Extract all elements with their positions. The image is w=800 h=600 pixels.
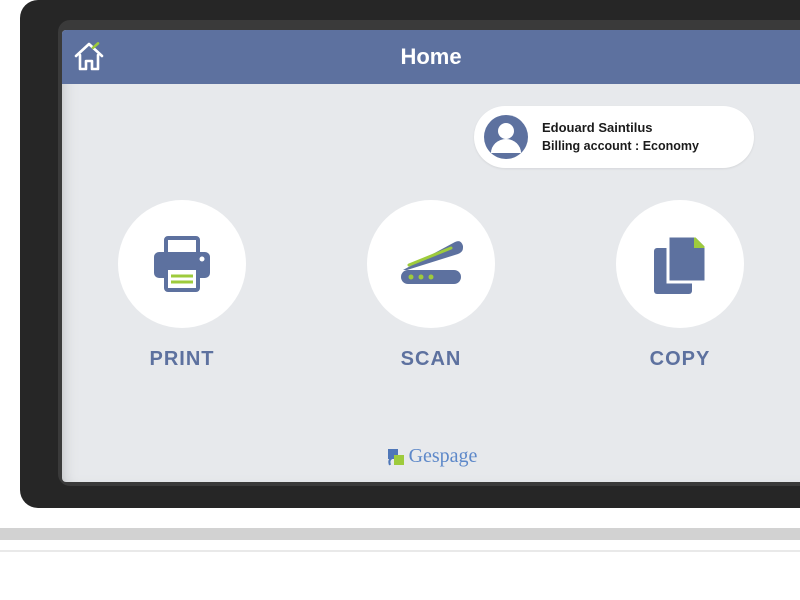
page-title: Home [62, 44, 800, 70]
print-label: PRINT [150, 348, 215, 371]
brand-name: Gespage [409, 445, 478, 468]
scan-icon [389, 226, 473, 302]
print-tile[interactable]: PRINT [92, 200, 272, 371]
user-billing-account: Billing account : Economy [542, 137, 699, 156]
screen: Home Edouard Saintilus Billing account :… [62, 30, 800, 482]
scan-tile[interactable]: SCAN [341, 200, 521, 371]
action-tiles: PRINT SCAN [92, 200, 770, 371]
home-button[interactable] [62, 30, 116, 84]
user-name: Edouard Saintilus [542, 118, 699, 138]
brand-footer: Gespage [62, 445, 800, 468]
copy-tile[interactable]: COPY [590, 200, 770, 371]
user-avatar-icon [482, 113, 530, 161]
device-surface [0, 528, 800, 600]
print-icon [144, 226, 220, 302]
titlebar: Home [62, 30, 800, 84]
home-icon [72, 40, 106, 74]
brand-logo-icon [385, 446, 407, 468]
user-info-text: Edouard Saintilus Billing account : Econ… [542, 118, 699, 156]
copy-icon [644, 226, 716, 302]
user-info-pill[interactable]: Edouard Saintilus Billing account : Econ… [474, 106, 754, 168]
scan-label: SCAN [401, 348, 462, 371]
copy-label: COPY [650, 348, 711, 371]
